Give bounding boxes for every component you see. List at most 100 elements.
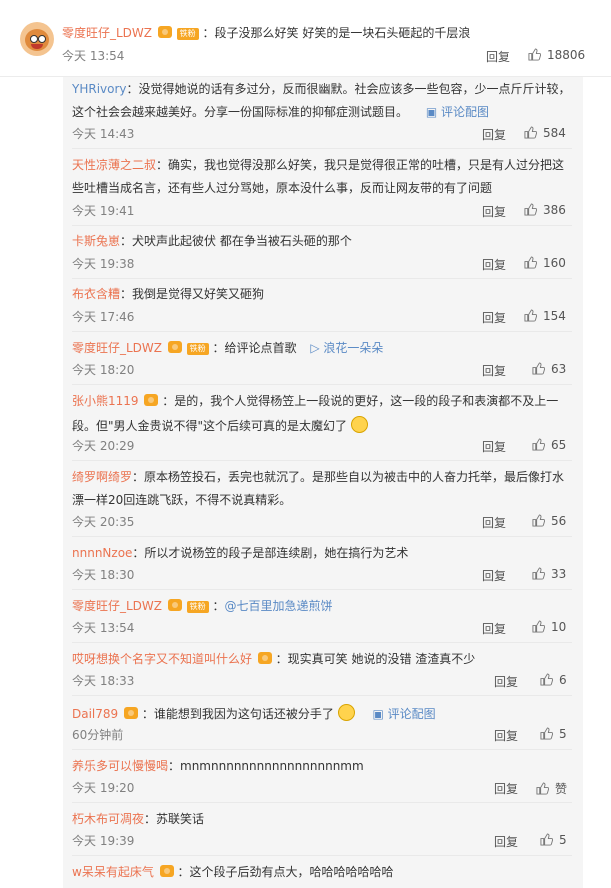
reply-button[interactable]: 回复: [482, 309, 506, 326]
reply-text: ：犬吠声此起彼伏 都在争当被石头砸的那个: [120, 234, 352, 248]
like-button[interactable]: 154: [524, 309, 566, 323]
reply-button[interactable]: 回复: [482, 620, 506, 637]
like-count: 154: [543, 309, 566, 323]
username-link[interactable]: nnnnNzoe: [72, 546, 132, 560]
reply-text: ：给评论点首歌: [212, 341, 297, 355]
username-link[interactable]: 天性凉薄之二叔: [72, 158, 156, 172]
reply-text: ：确实，我也觉得没那么好笑，我只是觉得很正常的吐槽，只是有人过分把这: [156, 158, 565, 172]
thumbs-up-icon: [524, 256, 537, 269]
vip-badge-icon: [167, 599, 182, 611]
reply-button[interactable]: 回复: [482, 438, 506, 455]
like-count: 65: [551, 438, 567, 452]
reply-text-line2: 些吐槽当成名言，还有些人过分骂她，原本没什么事，反而让网友带的有了问题: [72, 181, 493, 195]
thumbs-up-icon: [540, 833, 553, 846]
fan-badge: 铁粉: [186, 343, 209, 355]
reply-time: 今天 13:54: [72, 621, 135, 635]
like-button[interactable]: 6: [540, 673, 567, 687]
username-link[interactable]: 张小熊1119: [72, 394, 139, 408]
reply-button[interactable]: 回复: [494, 673, 518, 690]
thumbs-up-icon: [532, 362, 545, 375]
vip-badge-icon: [159, 865, 174, 877]
like-button[interactable]: 33: [532, 567, 566, 581]
thumbs-up-icon: [532, 620, 545, 633]
reply-time: 今天 19:39: [72, 834, 135, 848]
like-count: 584: [543, 126, 566, 140]
like-button[interactable]: 赞: [536, 780, 567, 797]
reply-text-line2: 漂一样20回连跳飞跃，不得不说真精彩。: [72, 493, 292, 507]
like-button[interactable]: 63: [532, 362, 566, 376]
reply-text: ：现实真可笑 她说的没错 渣渣真不少: [275, 652, 476, 666]
vip-badge-icon: [167, 341, 182, 353]
comment-time: 今天 13:54: [62, 49, 125, 63]
username-link[interactable]: YHRivory: [72, 82, 127, 96]
reply-button[interactable]: 回复: [494, 833, 518, 850]
reply-button[interactable]: 回复: [494, 727, 518, 744]
mention-link[interactable]: @七百里加急递煎饼: [225, 599, 333, 613]
reply-text: ：我倒是觉得又好笑又砸狗: [120, 287, 265, 301]
like-count: 5: [559, 833, 567, 847]
reply-button[interactable]: 回复: [486, 48, 510, 65]
username-link[interactable]: w呆呆有起床气: [72, 865, 154, 879]
reply-text: ：: [212, 599, 225, 613]
reply-button[interactable]: 回复: [482, 362, 506, 379]
username-link[interactable]: 零度旺仔_LDWZ: [62, 26, 152, 40]
username-link[interactable]: 养乐多可以慢慢喝: [72, 759, 168, 773]
like-count: 33: [551, 567, 567, 581]
like-button[interactable]: 10: [532, 620, 566, 634]
username-link[interactable]: 哎呀想换个名字又不知道叫什么好: [72, 652, 252, 666]
username-link[interactable]: 零度旺仔_LDWZ: [72, 341, 162, 355]
emoji-icon: [337, 704, 355, 721]
comment-image-link[interactable]: ▣ 评论配图: [373, 707, 436, 721]
like-button[interactable]: 386: [524, 203, 566, 217]
like-button[interactable]: 56: [532, 514, 566, 528]
vip-badge-icon: [157, 26, 172, 38]
reply-button[interactable]: 回复: [482, 203, 506, 220]
username-link[interactable]: Dail789: [72, 707, 118, 721]
reply-time: 今天 20:35: [72, 515, 135, 529]
reply-button[interactable]: 回复: [482, 567, 506, 584]
reply-text: ：苏联笑话: [144, 812, 205, 826]
reply-text: ：所以才说杨笠的段子是部连续剧，她在搞行为艺术: [132, 546, 409, 560]
avatar[interactable]: [20, 22, 54, 56]
username-link[interactable]: 绮罗啊绮罗: [72, 470, 132, 484]
reply-button[interactable]: 回复: [494, 780, 518, 797]
reply-button[interactable]: 回复: [482, 256, 506, 273]
comment-text: ：段子没那么好笑 好笑的是一块石头砸起的千层浪: [202, 26, 471, 40]
like-count: 63: [551, 362, 567, 376]
reply-text-line2: 段。但"男人金贵说不得"这个后续可真的是太魔幻了: [72, 419, 348, 433]
reply-text: ：原本杨笠投石，丢完也就沉了。是那些自以为被击中的人奋力托举，最后像打水: [132, 470, 565, 484]
reply-text-line2: 这个社会会越来越美好。分享一份国际标准的抑郁症测试题目。: [72, 105, 409, 119]
thumbs-up-icon: [528, 48, 541, 61]
reply-text: ：mnmnnnnnnnnnnnnnnnnnmm: [168, 759, 364, 773]
like-count: 5: [559, 727, 567, 741]
thumbs-up-icon: [540, 727, 553, 740]
username-link[interactable]: 布衣含糟: [72, 287, 120, 301]
like-count: 6: [559, 673, 567, 687]
reply-time: 今天 17:46: [72, 310, 135, 324]
like-button[interactable]: 584: [524, 126, 566, 140]
like-button[interactable]: 160: [524, 256, 566, 270]
music-link[interactable]: ▷ 浪花一朵朵: [310, 341, 383, 355]
username-link[interactable]: 卡斯兔崽: [72, 234, 120, 248]
thumbs-up-icon: [524, 203, 537, 216]
thumbs-up-icon: [532, 567, 545, 580]
reply-button[interactable]: 回复: [482, 514, 506, 531]
like-button[interactable]: 5: [540, 727, 567, 741]
thumbs-up-icon: [524, 309, 537, 322]
reply-button[interactable]: 回复: [482, 126, 506, 143]
username-link[interactable]: 零度旺仔_LDWZ: [72, 599, 162, 613]
reply-text: ：谁能想到我因为这句话还被分手了: [141, 707, 334, 721]
comment-image-link[interactable]: ▣ 评论配图: [426, 105, 489, 119]
like-count: 赞: [555, 782, 568, 796]
like-button[interactable]: 18806: [528, 48, 585, 62]
fan-badge: 铁粉: [176, 28, 199, 40]
reply-time: 今天 19:38: [72, 257, 135, 271]
thumbs-up-icon: [540, 673, 553, 686]
vip-badge-icon: [144, 394, 159, 406]
reply-text: ：这个段子后劲有点大，哈哈哈哈哈哈哈: [177, 865, 394, 879]
username-link[interactable]: 朽木布可凋夜: [72, 812, 144, 826]
like-button[interactable]: 65: [532, 438, 566, 452]
vip-badge-icon: [257, 652, 272, 664]
reply-time: 今天 14:43: [72, 127, 135, 141]
like-button[interactable]: 5: [540, 833, 567, 847]
